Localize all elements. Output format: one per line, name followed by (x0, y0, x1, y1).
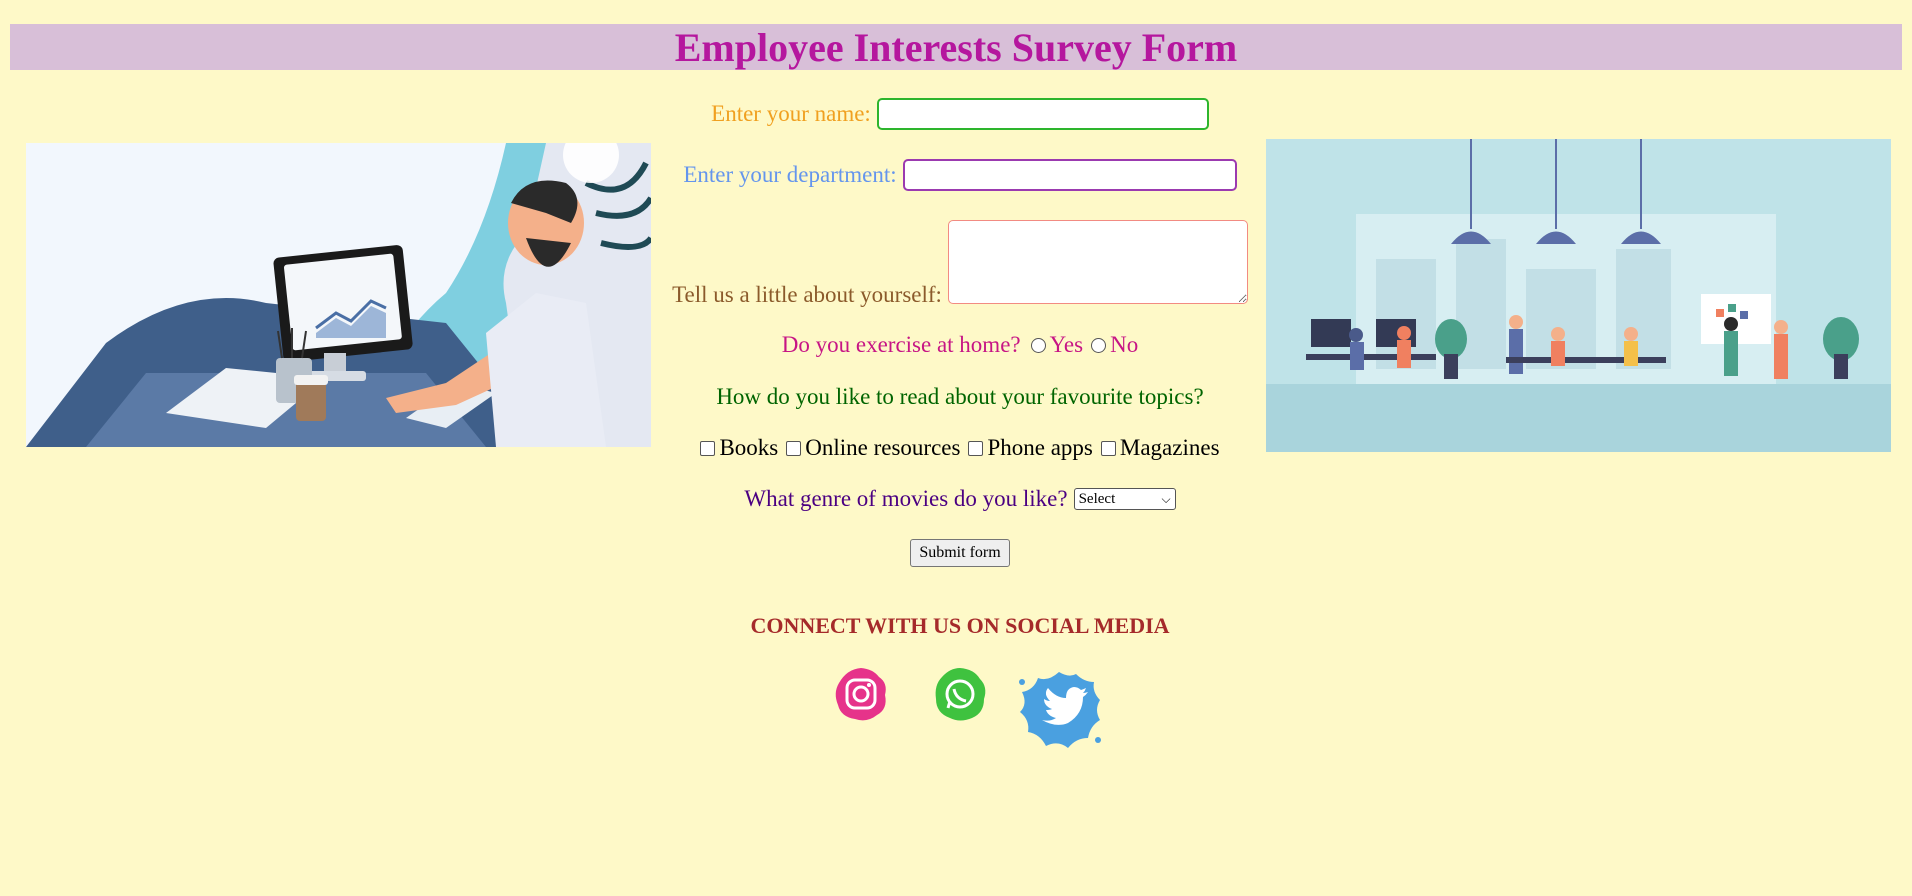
reading-question: How do you like to read about your favou… (716, 384, 1204, 409)
about-row: Tell us a little about yourself: (660, 220, 1260, 307)
magazines-checkbox[interactable] (1100, 440, 1116, 456)
movies-genre-select[interactable]: Select ⌵ (1073, 488, 1176, 510)
chevron-down-icon: ⌵ (1161, 491, 1171, 506)
exercise-yes-radio[interactable] (1030, 337, 1046, 353)
submit-row: Submit form (660, 539, 1260, 567)
phone-apps-label: Phone apps (987, 435, 1093, 460)
books-label: Books (719, 435, 779, 460)
page-title: Employee Interests Survey Form (674, 24, 1238, 70)
online-resources-label: Online resources (805, 435, 961, 460)
office-team-illustration (1266, 139, 1891, 452)
phone-apps-checkbox[interactable] (968, 440, 984, 456)
exercise-row: Do you exercise at home? Yes No (660, 332, 1260, 358)
movies-row: What genre of movies do you like? Select… (660, 486, 1260, 512)
exercise-no-label: No (1110, 332, 1139, 357)
name-input[interactable] (876, 98, 1209, 130)
social-title: CONNECT WITH US ON SOCIAL MEDIA (750, 613, 1170, 638)
about-label: Tell us a little about yourself: (672, 282, 942, 307)
submit-button[interactable]: Submit form (910, 539, 1010, 567)
exercise-question: Do you exercise at home? (781, 332, 1021, 357)
department-label: Enter your department: (683, 162, 897, 187)
reading-options-row: Books Online resources Phone apps Magazi… (660, 435, 1260, 461)
whatsapp-icon[interactable] (932, 665, 988, 723)
reading-question-row: How do you like to read about your favou… (660, 384, 1260, 410)
movies-selected-value: Select (1078, 490, 1116, 507)
about-textarea[interactable] (947, 220, 1248, 304)
twitter-icon[interactable] (1014, 668, 1104, 752)
page-header: Employee Interests Survey Form (10, 24, 1902, 70)
movies-question: What genre of movies do you like? (744, 486, 1068, 511)
department-row: Enter your department: (660, 159, 1260, 191)
exercise-no-radio[interactable] (1091, 337, 1107, 353)
exercise-yes-label: Yes (1049, 332, 1084, 357)
name-label: Enter your name: (711, 101, 871, 126)
instagram-icon[interactable] (833, 665, 889, 723)
department-input[interactable] (902, 159, 1237, 191)
online-resources-checkbox[interactable] (786, 440, 802, 456)
office-worker-illustration (26, 143, 651, 447)
name-row: Enter your name: (660, 98, 1260, 130)
magazines-label: Magazines (1119, 435, 1220, 460)
books-checkbox[interactable] (700, 440, 716, 456)
